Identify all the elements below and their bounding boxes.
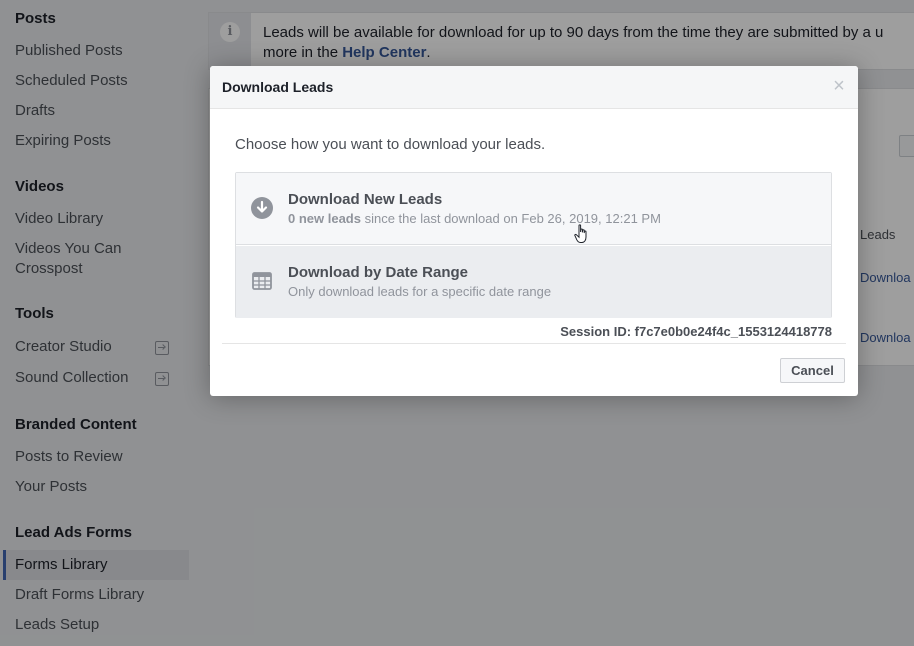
option-download-by-date-range[interactable]: Download by Date Range Only download lea… [236, 246, 831, 318]
close-icon[interactable]: × [830, 76, 848, 96]
modal-prompt: Choose how you want to download your lea… [235, 136, 546, 153]
calendar-icon [252, 272, 272, 290]
option-subtitle: 0 new leads since the last download on F… [288, 211, 661, 226]
option-download-new-leads[interactable]: Download New Leads 0 new leads since the… [236, 173, 831, 245]
option-subtitle: Only download leads for a specific date … [288, 284, 552, 299]
download-leads-dialog: Download Leads × Choose how you want to … [210, 66, 858, 396]
hand-cursor-icon [574, 224, 587, 243]
option-title: Download New Leads [288, 191, 443, 208]
download-circle-icon [251, 197, 273, 219]
download-options: Download New Leads 0 new leads since the… [235, 172, 832, 318]
new-leads-count: 0 new leads [288, 211, 361, 226]
cancel-button[interactable]: Cancel [780, 358, 845, 383]
footer-divider [222, 343, 846, 344]
session-id: Session ID: f7c7e0b0e24f4c_1553124418778 [560, 324, 832, 339]
modal-title: Download Leads [222, 79, 334, 95]
last-download-text: since the last download on Feb 26, 2019,… [360, 211, 661, 226]
modal-header: Download Leads × [210, 66, 858, 109]
option-title: Download by Date Range [288, 264, 469, 281]
